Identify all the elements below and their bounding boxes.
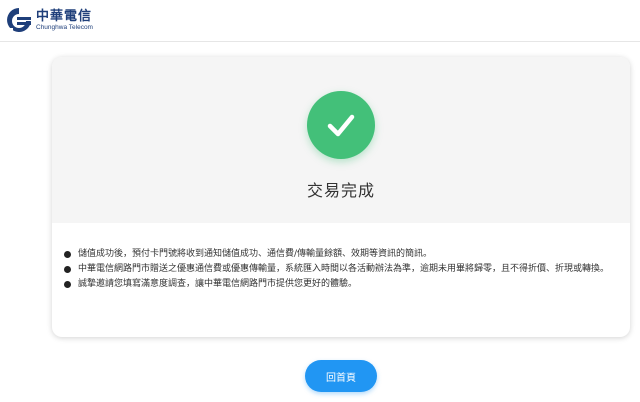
brand-name-zh: 中華電信 xyxy=(36,9,93,25)
result-banner: 交易完成 xyxy=(52,57,630,223)
list-item: 儲值成功後，預付卡門號將收到通知儲值成功、通信費/傳輸量餘額、效期等資訊的簡訊。 xyxy=(64,247,620,262)
result-title: 交易完成 xyxy=(306,181,375,200)
home-button[interactable]: 回首頁 xyxy=(305,360,377,392)
note-text: 儲值成功後，預付卡門號將收到通知儲值成功、通信費/傳輸量餘額、效期等資訊的簡訊。 xyxy=(78,249,433,259)
site-header: 中華電信 Chunghwa Telecom xyxy=(0,0,640,42)
note-text: 中華電信網路門市贈送之優惠通信費或優惠傳輸量，系統匯入時間以各活動辦法為準，逾期… xyxy=(78,264,610,274)
list-item: 誠摯邀請您填寫滿意度調查，讓中華電信網路門市提供您更好的體驗。 xyxy=(64,277,620,292)
list-item: 中華電信網路門市贈送之優惠通信費或優惠傳輸量，系統匯入時間以各活動辦法為準，逾期… xyxy=(64,262,620,277)
result-card: 交易完成 儲值成功後，預付卡門號將收到通知儲值成功、通信費/傳輸量餘額、效期等資… xyxy=(52,57,630,337)
brand-name-en: Chunghwa Telecom xyxy=(36,24,93,32)
brand-name: 中華電信 Chunghwa Telecom xyxy=(36,10,93,32)
bullet-icon xyxy=(64,281,71,288)
notes-list: 儲值成功後，預付卡門號將收到通知儲值成功、通信費/傳輸量餘額、效期等資訊的簡訊。… xyxy=(64,247,620,292)
bullet-icon xyxy=(64,251,71,258)
check-icon xyxy=(327,114,355,137)
success-badge xyxy=(307,91,375,159)
chunghwa-logo-icon xyxy=(7,8,31,32)
bullet-icon xyxy=(64,266,71,273)
note-text: 誠摯邀請您填寫滿意度調查，讓中華電信網路門市提供您更好的體驗。 xyxy=(78,279,358,289)
brand-logo[interactable]: 中華電信 Chunghwa Telecom xyxy=(6,6,93,36)
